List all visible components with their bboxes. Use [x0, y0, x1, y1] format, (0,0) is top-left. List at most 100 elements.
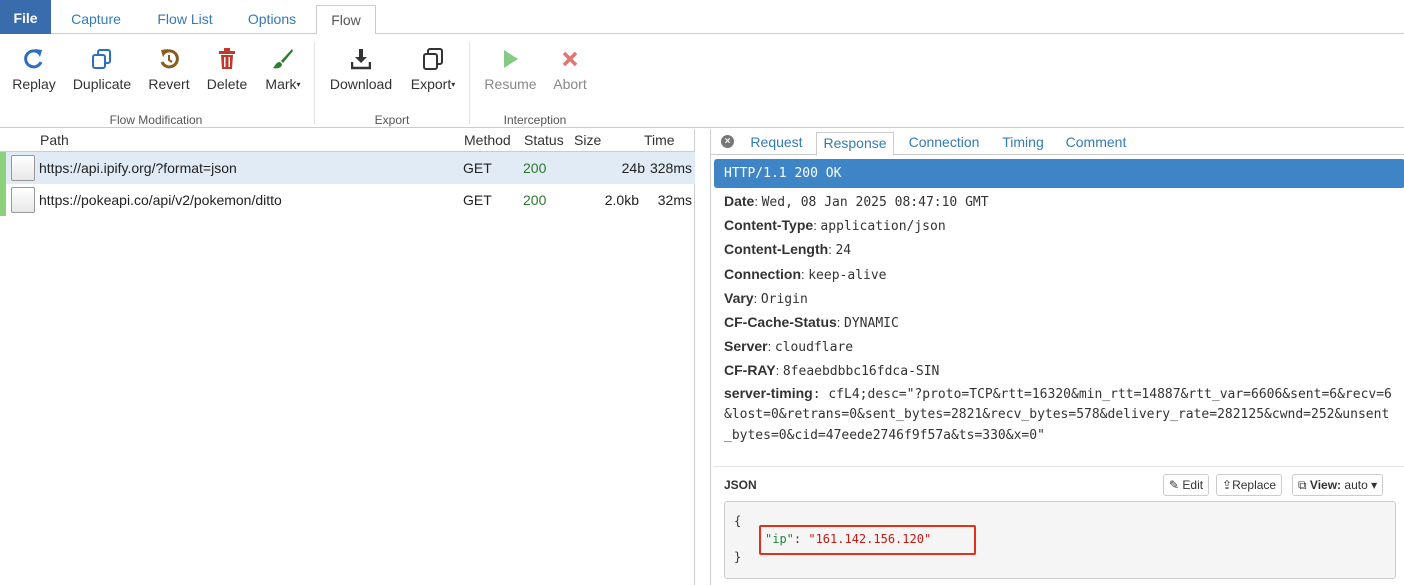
- header-key: server-timing: [724, 384, 813, 401]
- duplicate-icon: [70, 48, 134, 72]
- abort-button[interactable]: Abort: [550, 48, 590, 92]
- tab-flow[interactable]: Flow: [316, 5, 376, 35]
- header-key: Vary: [724, 289, 754, 306]
- flow-row[interactable]: https://pokeapi.co/api/v2/pokemon/ditto …: [0, 184, 695, 216]
- tab-request[interactable]: Request: [743, 132, 810, 155]
- export-label: Export: [410, 76, 452, 92]
- header-key: CF-RAY: [724, 362, 776, 379]
- replay-button[interactable]: Replay: [10, 48, 58, 92]
- edit-label: Edit: [1182, 478, 1204, 492]
- flow-status: 200: [523, 160, 547, 176]
- flow-status: 200: [523, 192, 547, 208]
- header-row: Content-Length: 24: [724, 241, 852, 259]
- column-size[interactable]: Size: [574, 132, 601, 148]
- tab-comment[interactable]: Comment: [1058, 132, 1134, 155]
- export-caret-icon: ▾: [451, 80, 456, 89]
- json-open-brace: {: [734, 514, 742, 528]
- export-button[interactable]: Export▾: [407, 48, 459, 92]
- view-prefix: View:: [1309, 478, 1342, 492]
- tab-timing[interactable]: Timing: [994, 132, 1052, 155]
- resume-button[interactable]: Resume: [482, 48, 539, 92]
- json-close-brace: }: [734, 550, 742, 564]
- flow-size: 2.0kb: [604, 192, 639, 208]
- upload-icon: ⇪: [1222, 478, 1233, 492]
- content-view-label: JSON: [724, 478, 757, 492]
- revert-icon: [146, 48, 192, 72]
- tab-options[interactable]: Options: [236, 5, 308, 34]
- header-value[interactable]: 24: [835, 243, 851, 258]
- duplicate-button[interactable]: Duplicate: [70, 48, 134, 92]
- flow-marker: [0, 184, 6, 216]
- close-icon[interactable]: ×: [721, 135, 734, 148]
- tab-response[interactable]: Response: [816, 132, 894, 156]
- delete-label: Delete: [206, 76, 248, 92]
- edit-icon: ✎: [1169, 478, 1180, 492]
- flow-size: 24b: [621, 160, 645, 176]
- header-value[interactable]: cfL4;desc="?proto=TCP&rtt=16320&min_rtt=…: [724, 387, 1392, 443]
- download-icon: [328, 48, 394, 72]
- menu-bar: File Capture Flow List Options Flow: [0, 0, 1404, 35]
- flow-detail-panel: × Request Response Connection Timing Com…: [710, 129, 1404, 585]
- delete-button[interactable]: Delete: [205, 48, 249, 92]
- header-value[interactable]: Origin: [761, 292, 808, 307]
- group-label-flow-modification: Flow Modification: [109, 113, 203, 127]
- header-value[interactable]: 8feaebdbbc16fdca-SIN: [783, 364, 940, 379]
- download-button[interactable]: Download: [328, 48, 394, 92]
- replay-icon: [10, 48, 58, 72]
- flow-path: https://api.ipify.org/?format=json: [39, 160, 237, 176]
- header-key: CF-Cache-Status: [724, 313, 837, 330]
- header-key: Date: [724, 193, 755, 209]
- column-time[interactable]: Time: [644, 132, 675, 148]
- replace-button[interactable]: ⇪Replace: [1216, 474, 1283, 496]
- header-row: Date: Wed, 08 Jan 2025 08:47:10 GMT: [724, 193, 989, 210]
- header-key: Content-Length: [724, 241, 829, 258]
- revert-button[interactable]: Revert: [146, 48, 192, 92]
- view-mode-dropdown[interactable]: ⧉ View: auto ▾: [1292, 474, 1384, 496]
- trash-icon: [205, 48, 249, 72]
- column-path[interactable]: Path: [40, 132, 69, 148]
- flow-icon: [11, 155, 35, 181]
- tab-connection[interactable]: Connection: [900, 132, 988, 155]
- header-row: CF-Cache-Status: DYNAMIC: [724, 313, 899, 331]
- view-mode-value: auto: [1344, 478, 1368, 492]
- revert-label: Revert: [148, 76, 190, 92]
- column-method[interactable]: Method: [464, 132, 511, 148]
- highlight-box: [759, 525, 976, 555]
- column-status[interactable]: Status: [524, 132, 564, 148]
- group-label-interception: Interception: [503, 113, 567, 127]
- edit-button[interactable]: ✎ Edit: [1163, 474, 1210, 496]
- group-label-export: Export: [374, 113, 410, 127]
- tab-capture[interactable]: Capture: [58, 5, 134, 34]
- header-row: Vary: Origin: [724, 289, 808, 307]
- header-row: Connection: keep-alive: [724, 265, 887, 283]
- json-content[interactable]: { "ip": "161.142.156.120" }: [724, 501, 1396, 579]
- ribbon-separator: [469, 42, 470, 124]
- header-value[interactable]: application/json: [820, 219, 945, 234]
- flow-time: 32ms: [657, 192, 692, 208]
- replace-label: Replace: [1232, 478, 1277, 492]
- x-icon: [550, 48, 590, 72]
- copy-icon: [407, 48, 459, 72]
- flow-icon: [11, 187, 35, 213]
- header-value[interactable]: cloudflare: [775, 340, 853, 355]
- header-value[interactable]: keep-alive: [808, 268, 886, 283]
- flow-table-header: Path Method Status Size Time: [0, 129, 695, 152]
- header-value[interactable]: Wed, 08 Jan 2025 08:47:10 GMT: [762, 195, 989, 210]
- flow-marker: [0, 152, 6, 184]
- paintbrush-icon: [262, 48, 304, 72]
- ribbon-toolbar: Replay Duplicate Revert Delete Mark▾ Flo…: [0, 34, 1404, 128]
- header-row: CF-RAY: 8feaebdbbc16fdca-SIN: [724, 362, 940, 380]
- flow-row[interactable]: https://api.ipify.org/?format=json GET 2…: [0, 152, 695, 184]
- header-value[interactable]: DYNAMIC: [844, 316, 899, 331]
- tab-flow-list[interactable]: Flow List: [145, 5, 225, 34]
- detail-tabs: × Request Response Connection Timing Com…: [711, 129, 1404, 156]
- response-headers: Date: Wed, 08 Jan 2025 08:47:10 GMT Cont…: [724, 189, 1400, 446]
- caret-down-icon: ▾: [1371, 478, 1378, 492]
- mark-button[interactable]: Mark▾: [262, 48, 304, 92]
- tab-file[interactable]: File: [0, 0, 51, 34]
- mark-caret-icon: ▾: [296, 80, 301, 89]
- flow-method: GET: [463, 192, 492, 208]
- header-row: Content-Type: application/json: [724, 217, 946, 235]
- duplicate-label: Duplicate: [72, 76, 132, 92]
- header-key: Connection: [724, 265, 801, 282]
